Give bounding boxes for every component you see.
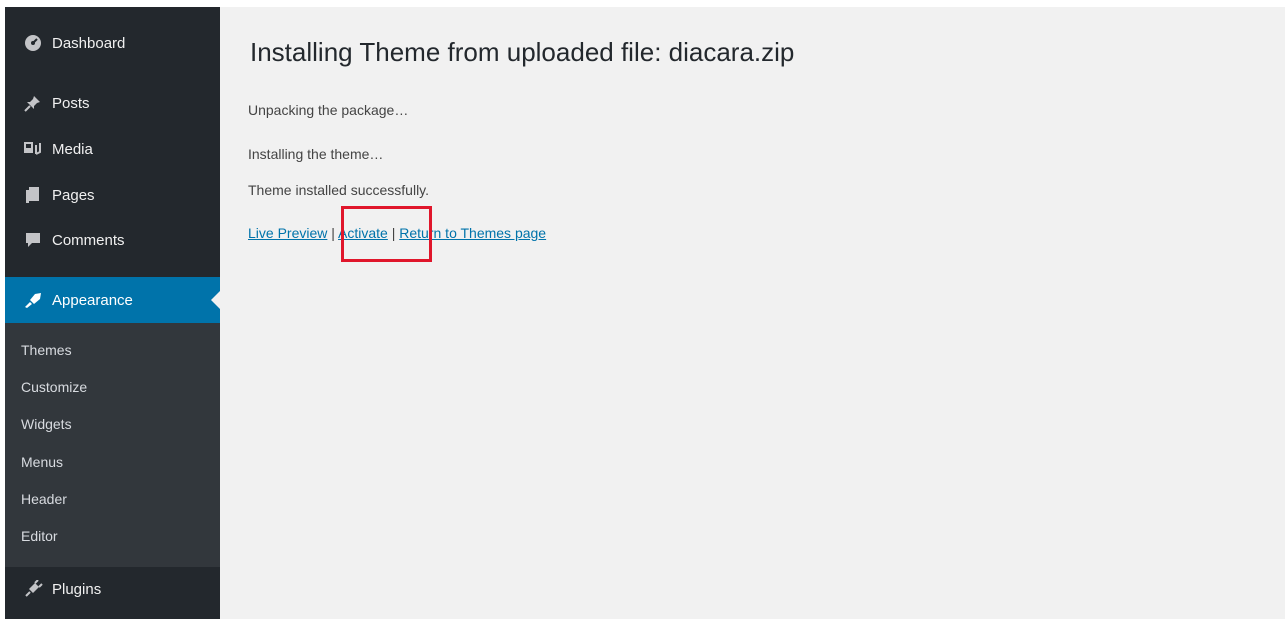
sidebar-item-appearance[interactable]: Appearance [5,277,220,323]
sidebar-item-label: Appearance [52,291,133,309]
submenu-item-header[interactable]: Header [21,491,67,507]
return-to-themes-link[interactable]: Return to Themes page [399,225,546,241]
appearance-submenu: Themes Customize Widgets Menus Header Ed… [5,323,220,567]
sidebar-item-dashboard[interactable]: Dashboard [5,25,220,61]
sidebar-item-label: Comments [52,231,125,249]
submenu-item-widgets[interactable]: Widgets [21,416,72,432]
admin-sidebar: Dashboard Posts Media Pages Comments App… [5,7,220,619]
submenu-item-customize[interactable]: Customize [21,379,87,395]
sidebar-item-label: Pages [52,186,95,204]
sidebar-item-media[interactable]: Media [5,131,220,167]
plugin-icon [23,579,43,599]
live-preview-link[interactable]: Live Preview [248,225,327,241]
sidebar-item-plugins[interactable]: Plugins [5,571,220,607]
comment-icon [23,230,43,250]
sidebar-item-posts[interactable]: Posts [5,85,220,121]
pages-icon [23,185,43,205]
page-title: Installing Theme from uploaded file: dia… [250,37,795,67]
sidebar-item-pages[interactable]: Pages [5,177,220,213]
submenu-item-menus[interactable]: Menus [21,454,63,470]
sidebar-item-label: Media [52,140,93,158]
dashboard-icon [23,33,43,53]
media-icon [23,139,43,159]
link-separator: | [391,225,396,241]
link-separator: | [331,225,335,241]
activate-link[interactable]: Activate [338,225,388,241]
submenu-item-themes[interactable]: Themes [21,342,72,358]
sidebar-item-label: Dashboard [52,34,126,52]
status-message-unpacking: Unpacking the package… [248,102,409,118]
sidebar-item-label: Posts [52,94,90,112]
theme-action-links: Live Preview | Activate | Return to Them… [248,225,546,241]
sidebar-item-label: Plugins [52,580,102,598]
status-message-installing: Installing the theme… [248,146,384,162]
pin-icon [23,93,43,113]
current-menu-arrow [211,291,220,309]
sidebar-item-comments[interactable]: Comments [5,222,220,258]
status-message-success: Theme installed successfully. [248,182,430,198]
submenu-item-editor[interactable]: Editor [21,528,58,544]
paintbrush-icon [23,290,43,310]
main-content: Installing Theme from uploaded file: dia… [220,7,1285,619]
